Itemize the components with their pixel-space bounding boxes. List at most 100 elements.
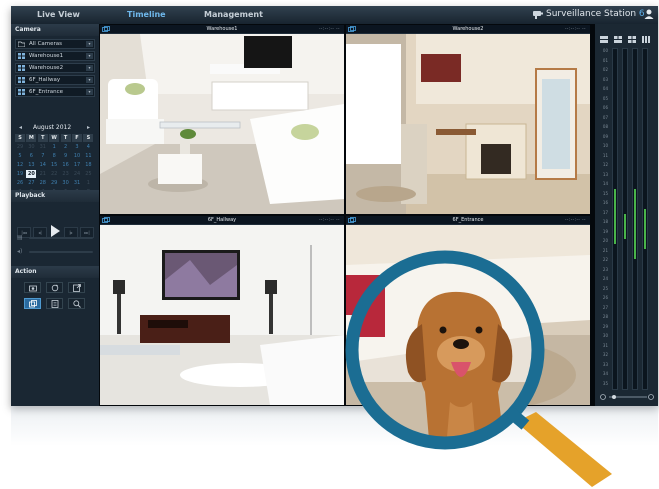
camera-view-6f-hallway[interactable]: 6F_Hallway --:--:-- -- [100, 216, 344, 405]
calendar-day[interactable]: 14 [38, 161, 48, 169]
calendar-day[interactable]: 21 [38, 170, 48, 178]
timeline-view-1-icon[interactable] [600, 28, 608, 43]
export-icon [73, 284, 81, 292]
calendar-day[interactable]: 29 [15, 143, 25, 151]
zoom-button[interactable] [68, 298, 85, 309]
camera-view-name: Warehouse1 [206, 26, 238, 32]
calendar-day[interactable]: 20 [26, 170, 37, 178]
recording-segment[interactable] [614, 189, 616, 244]
chevron-down-icon[interactable]: ▾ [86, 77, 93, 83]
timeline-hour-label: 05 [602, 95, 608, 101]
volume-slider-track[interactable] [29, 251, 93, 253]
timeline-hour-label: 19 [602, 228, 608, 234]
speed-icon: ▤ [17, 234, 23, 241]
camera-item-label: Warehouse2 [29, 65, 64, 71]
timeline-view-2-icon[interactable] [614, 28, 622, 43]
calendar-day[interactable]: 11 [83, 152, 93, 160]
calendar-prev-button[interactable]: ◂ [19, 124, 22, 131]
recording-segment[interactable] [624, 214, 626, 239]
tab-live-view[interactable]: Live View [37, 10, 80, 19]
timeline-view-4-icon[interactable] [642, 28, 650, 43]
volume-slider[interactable]: ◂) [17, 248, 95, 256]
user-icon[interactable] [643, 8, 655, 20]
camera-view-title-bar: Warehouse2 --:--:-- -- [346, 25, 590, 34]
list-button[interactable] [46, 298, 63, 309]
sync-button[interactable] [46, 282, 63, 293]
calendar-day[interactable]: 31 [72, 179, 82, 187]
calendar-day[interactable]: 15 [49, 161, 59, 169]
calendar-day[interactable]: 10 [72, 152, 82, 160]
camera-icon [29, 285, 37, 292]
timeline-hour-label: 07 [602, 114, 608, 120]
calendar-day[interactable]: 7 [38, 152, 48, 160]
calendar-day[interactable]: 26 [15, 179, 25, 187]
calendar-day[interactable]: 29 [49, 179, 59, 187]
layout-button[interactable] [24, 298, 41, 309]
timeline-track-3[interactable] [632, 48, 638, 390]
export-button[interactable] [68, 282, 85, 293]
calendar-day[interactable]: 17 [72, 161, 82, 169]
calendar-day[interactable]: 12 [15, 161, 25, 169]
calendar-day[interactable]: 3 [72, 143, 82, 151]
camera-item-warehouse1[interactable]: Warehouse1 ▾ [15, 51, 95, 61]
calendar-day[interactable]: 19 [15, 170, 25, 178]
calendar-day[interactable]: 22 [49, 170, 59, 178]
camera-section-header: Camera [11, 24, 99, 36]
calendar-day[interactable]: 24 [72, 170, 82, 178]
calendar-day[interactable]: 30 [26, 143, 36, 151]
speed-slider-track[interactable] [29, 237, 93, 239]
recording-segment[interactable] [644, 209, 646, 249]
recording-segment[interactable] [634, 189, 636, 259]
folder-icon [18, 41, 25, 47]
camera-item-6f-hallway[interactable]: 6F_Hallway ▾ [15, 75, 95, 85]
snapshot-button[interactable] [24, 282, 41, 293]
camera-item-all-cameras[interactable]: All Cameras ▾ [15, 39, 95, 49]
calendar-month-title[interactable]: August 2012 [33, 124, 71, 131]
calendar-day[interactable]: 23 [61, 170, 71, 178]
calendar-day[interactable]: 1 [49, 143, 59, 151]
calendar-weekday: S [83, 134, 94, 142]
calendar-day[interactable]: 27 [26, 179, 36, 187]
calendar-weekday: M [26, 134, 37, 142]
calendar-day[interactable]: 2 [61, 143, 71, 151]
dining-room-video-feed [346, 34, 590, 214]
zoom-icon [73, 300, 81, 308]
calendar-day[interactable]: 25 [83, 170, 93, 178]
timeline-track-4[interactable] [642, 48, 648, 390]
calendar-header: ◂ August 2012 ▸ [15, 124, 95, 133]
calendar-day[interactable]: 28 [38, 179, 48, 187]
calendar-day[interactable]: 1 [83, 179, 93, 187]
camera-view-warehouse2[interactable]: Warehouse2 --:--:-- -- [346, 25, 590, 214]
calendar-day[interactable]: 31 [38, 143, 48, 151]
calendar-day[interactable]: 18 [83, 161, 93, 169]
timeline-hour-label: 14 [602, 181, 608, 186]
speed-slider[interactable]: ▤ [17, 234, 95, 242]
camera-item-6f-entrance[interactable]: 6F_Entrance ▾ [15, 87, 95, 97]
camera-view-warehouse1[interactable]: Warehouse1 --:--:-- -- [100, 25, 344, 214]
calendar-next-button[interactable]: ▸ [87, 124, 90, 131]
speaker-icon: ◂) [17, 248, 23, 255]
calendar-day[interactable]: 16 [61, 161, 71, 169]
timeline-hour-label: 11 [602, 152, 608, 158]
chevron-down-icon[interactable]: ▾ [86, 89, 93, 95]
camera-item-warehouse2[interactable]: Warehouse2 ▾ [15, 63, 95, 73]
calendar-weekday: S [15, 134, 25, 142]
chevron-down-icon[interactable]: ▾ [86, 53, 93, 59]
calendar-day[interactable]: 6 [26, 152, 36, 160]
timeline-track-2[interactable] [622, 48, 628, 390]
calendar-day[interactable]: 8 [49, 152, 59, 160]
timeline-hour-label: 13 [602, 171, 608, 177]
calendar-day[interactable]: 4 [83, 143, 93, 151]
chevron-down-icon[interactable]: ▾ [86, 41, 93, 47]
calendar-day[interactable]: 9 [61, 152, 71, 160]
calendar-day[interactable]: 30 [61, 179, 71, 187]
calendar-day[interactable]: 13 [26, 161, 36, 169]
calendar-day[interactable]: 5 [15, 152, 25, 160]
calendar-weekday: W [49, 134, 60, 142]
chevron-down-icon[interactable]: ▾ [86, 65, 93, 71]
camera-grid-icon [18, 89, 25, 95]
timeline-hour-label: 09 [602, 133, 608, 139]
tab-timeline[interactable]: Timeline [127, 10, 166, 19]
tab-management[interactable]: Management [204, 10, 263, 19]
timeline-view-3-icon[interactable] [628, 28, 636, 43]
